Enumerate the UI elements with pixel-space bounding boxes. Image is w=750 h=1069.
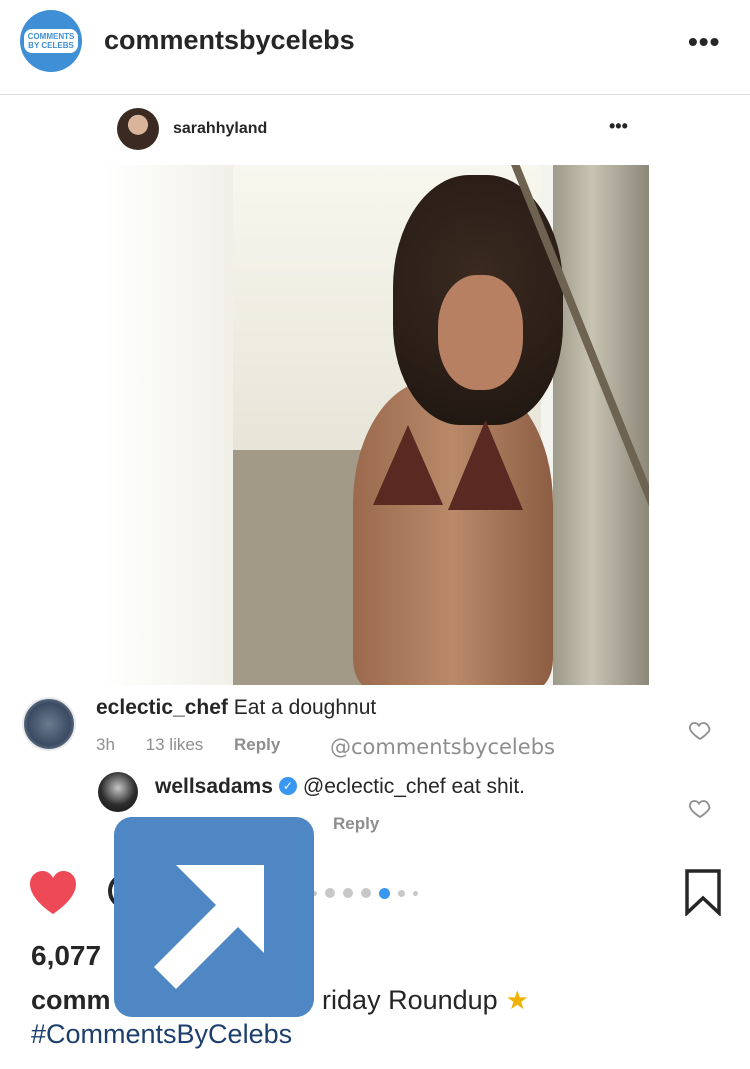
reply-body: @eclectic_chef eat shit. — [302, 775, 525, 798]
caption-hashtag[interactable]: #CommentsByCelebs — [31, 1019, 292, 1050]
like-heart-icon[interactable] — [28, 870, 78, 916]
carousel-indicator — [312, 886, 418, 900]
carousel-dot — [343, 888, 353, 898]
share-overlay[interactable] — [114, 817, 314, 1017]
avatar-logo-top: COMMENTS — [27, 32, 75, 41]
reply-avatar[interactable] — [98, 772, 138, 812]
verified-badge-icon: ✓ — [278, 776, 297, 795]
carousel-dot — [413, 890, 418, 896]
more-options-icon[interactable]: ••• — [688, 26, 720, 58]
photo-wall — [103, 165, 233, 685]
reply-username[interactable]: wellsadams — [155, 775, 273, 798]
bookmark-icon[interactable] — [684, 868, 722, 916]
watermark-text: @commentsbycelebs — [330, 735, 555, 759]
reply-reply-button[interactable]: Reply — [333, 814, 379, 834]
avatar-logo: COMMENTS BY CELEBS — [23, 29, 79, 53]
photo-pillar — [553, 165, 649, 685]
comment-meta: 3h 13 likes Reply — [96, 735, 306, 755]
comment-username[interactable]: eclectic_chef — [96, 696, 228, 719]
share-arrow-icon — [154, 865, 264, 989]
comment-likes[interactable]: 13 likes — [146, 735, 204, 755]
post-author-username[interactable]: commentsbycelebs — [104, 25, 355, 56]
dizzy-star-icon: ★ — [505, 985, 529, 1015]
embedded-username: sarahhyland — [173, 120, 268, 137]
carousel-dot — [361, 888, 371, 898]
reply-like-heart-icon[interactable] — [688, 796, 712, 820]
photo-person-torso — [353, 380, 553, 685]
comment-time: 3h — [96, 735, 115, 754]
comment-body: Eat a doughnut — [233, 696, 377, 719]
comment-like-heart-icon[interactable] — [688, 718, 712, 742]
post-photo[interactable] — [103, 165, 649, 685]
likes-count[interactable]: 6,077 — [31, 940, 101, 972]
comment-text: eclectic_chef Eat a doughnut — [96, 696, 376, 720]
embedded-more-icon: ••• — [609, 116, 628, 136]
carousel-dot — [325, 888, 335, 898]
carousel-dot — [398, 889, 405, 897]
embedded-avatar — [117, 108, 159, 150]
caption-text: riday Roundup — [322, 985, 498, 1015]
avatar-logo-bottom: BY CELEBS — [28, 41, 74, 50]
comment-avatar[interactable] — [22, 697, 76, 751]
reply-button[interactable]: Reply — [234, 735, 280, 755]
carousel-dot — [379, 887, 390, 899]
reply-text: wellsadams ✓ @eclectic_chef eat shit. — [155, 775, 525, 799]
photo-person-face — [438, 275, 523, 390]
caption-username[interactable]: comm — [31, 985, 111, 1015]
post-header: COMMENTS BY CELEBS commentsbycelebs ••• — [0, 0, 750, 95]
profile-avatar[interactable]: COMMENTS BY CELEBS — [20, 10, 82, 72]
